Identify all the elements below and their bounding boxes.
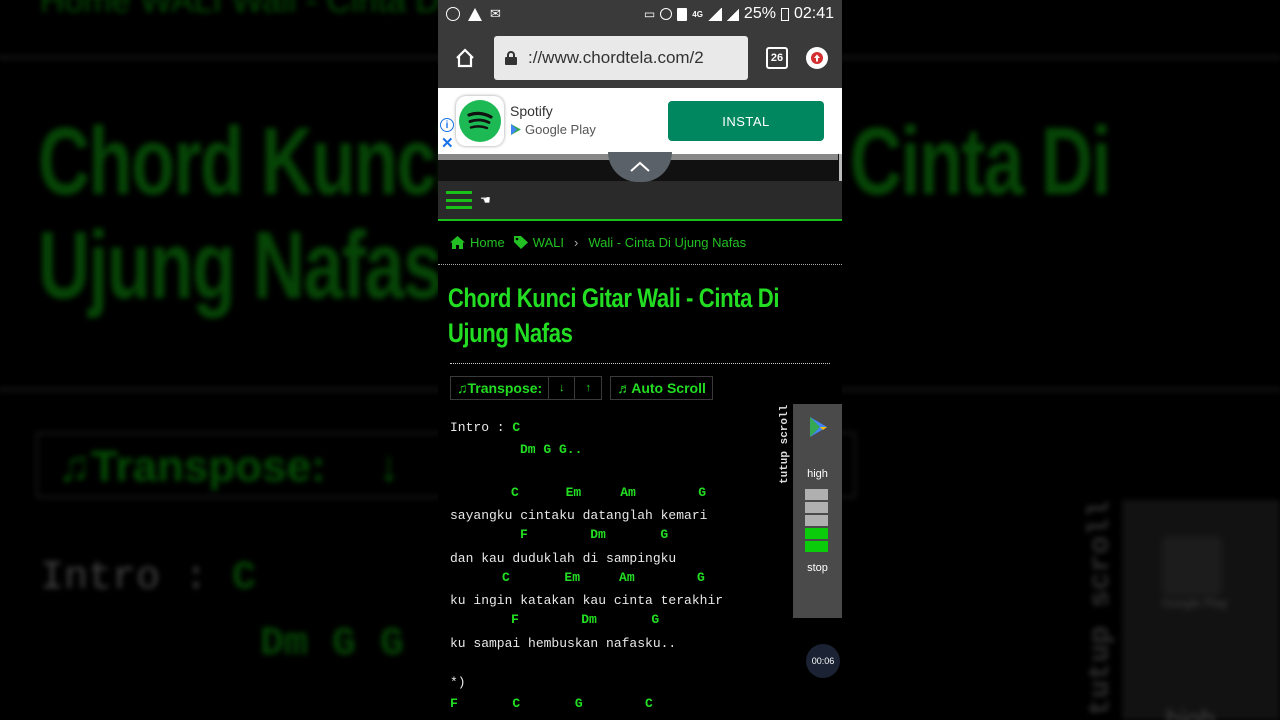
transpose-up-button[interactable]: ↑ <box>575 377 601 399</box>
chord-toolbar: ♫ Transpose: ↓ ↑ ♬ Auto Scroll <box>450 376 842 400</box>
instagram-icon <box>446 7 460 21</box>
speed-high-label: high <box>807 468 828 480</box>
video-frame: Home WALI Wali - Cinta Di Ujung Nafas Ch… <box>0 0 1280 720</box>
warning-icon <box>468 7 482 21</box>
tab-switcher-button[interactable]: 26 <box>766 47 788 69</box>
intro-line: Intro : C <box>450 418 520 438</box>
chord-line: C Em Am G <box>502 570 705 585</box>
bg-play-icon <box>1162 536 1222 596</box>
status-bar: ✉ ▭ 4G 25% 02:41 <box>438 0 842 28</box>
chord-line: F Dm G <box>511 612 660 627</box>
breadcrumb: Home WALI › Wali - Cinta Di Ujung Nafas <box>438 221 842 265</box>
spotify-icon <box>459 100 501 142</box>
speed-level-bar[interactable] <box>805 541 828 552</box>
timer-badge: 00:06 <box>806 644 840 678</box>
transpose-group: ♫ Transpose: ↓ ↑ <box>450 376 603 400</box>
lyric-line: dan kau duduklah di sampingku <box>450 551 677 566</box>
signal-icon-2 <box>726 7 739 21</box>
transpose-label: ♫ Transpose: <box>451 377 550 399</box>
page-scrollbar[interactable] <box>839 154 842 181</box>
arrow-up-icon <box>811 52 823 64</box>
bg-transpose-label: ♫Transpose: <box>58 442 326 491</box>
bg-intro-chord: C <box>232 556 257 601</box>
phone-screen: ✉ ▭ 4G 25% 02:41://www.chordtela.com/2 … <box>438 0 842 720</box>
home-icon <box>450 236 465 249</box>
speed-level-bar[interactable] <box>805 489 828 500</box>
pointing-hand-icon[interactable]: ☚ <box>480 193 491 207</box>
home-button[interactable] <box>446 39 484 77</box>
ad-store-label: Google Play <box>525 122 596 137</box>
spotify-logo[interactable] <box>456 96 504 146</box>
close-scroll-button[interactable]: tutup scroll <box>778 404 792 484</box>
url-text: ://www.chordtela.com/2 <box>528 48 704 67</box>
browser-toolbar: ://www.chordtela.com/2 26 <box>438 28 842 88</box>
page-title-line1: Chord Kunci Gitar Wali - Cinta Di <box>447 283 780 313</box>
autoscroll-group: ♬ Auto Scroll <box>610 376 713 400</box>
breadcrumb-song[interactable]: Wali - Cinta Di Ujung Nafas <box>588 235 746 250</box>
bg-scroll-panel: Google Play high <box>1122 500 1280 720</box>
mail-icon: ✉ <box>490 6 501 21</box>
bg-store-label: Google Play <box>1162 596 1228 610</box>
bg-high-label: high <box>1166 704 1216 720</box>
scroll-icon: ♬ <box>617 380 632 396</box>
ad-collapse-strip <box>438 152 842 182</box>
battery-percent: 25% <box>743 5 776 22</box>
chord-line: F Dm G <box>520 527 669 542</box>
bg-chords: Dm G G <box>260 622 405 667</box>
autoscroll-panel: tutup scroll high stop <box>778 404 842 618</box>
ad-info-icon[interactable]: i <box>440 118 454 132</box>
chord-line: C Em Am G <box>511 485 707 500</box>
network-type: 4G <box>692 9 703 19</box>
chord: C <box>512 420 521 435</box>
ad-app-name: Spotify <box>510 103 553 119</box>
bg-tutup-scroll: tutup scroll <box>1084 500 1118 717</box>
section-marker: *) <box>450 675 466 690</box>
update-button[interactable] <box>806 47 828 69</box>
collapse-ad-button[interactable] <box>608 152 672 182</box>
breadcrumb-home[interactable]: Home <box>470 235 505 250</box>
lyric-line: ku sampai hembuskan nafasku.. <box>450 636 677 651</box>
chevron-right-icon: › <box>574 235 579 250</box>
ad-banner[interactable]: i ✕ Spotify Google Play INSTAL <box>438 88 842 154</box>
bg-down-arrow: ↓ <box>377 442 400 491</box>
cast-icon: ▭ <box>643 7 656 21</box>
chevron-up-icon <box>630 161 650 172</box>
lyric-line: sayangku cintaku datanglah kemari <box>450 508 708 523</box>
lock-icon <box>505 51 517 65</box>
ad-close-icon[interactable]: ✕ <box>441 134 454 152</box>
battery-icon <box>780 7 789 21</box>
menu-icon[interactable] <box>446 191 472 209</box>
breadcrumb-artist[interactable]: WALI <box>533 235 564 250</box>
title-divider <box>450 363 830 364</box>
page-title-line2: Ujung Nafas <box>447 318 573 348</box>
speed-stop-label[interactable]: stop <box>793 562 842 574</box>
google-play-icon <box>511 124 521 135</box>
bg-intro: Intro : C <box>40 556 256 601</box>
clock: 02:41 <box>793 5 834 22</box>
google-play-icon <box>810 417 827 437</box>
speed-level-bar[interactable] <box>805 502 828 513</box>
sim-icon <box>677 7 688 21</box>
bg-intro-label: Intro : <box>40 556 233 601</box>
speed-level-bar[interactable] <box>805 528 828 539</box>
intro-label: Intro : <box>450 420 513 435</box>
chord-line: F C G C <box>450 696 653 711</box>
signal-icon <box>707 7 722 21</box>
transpose-down-button[interactable]: ↓ <box>549 377 576 399</box>
ad-install-button[interactable]: INSTAL <box>668 101 824 141</box>
autoscroll-button[interactable]: ♬ Auto Scroll <box>611 377 712 399</box>
music-note-icon: ♫ <box>457 380 468 396</box>
site-navbar: ☚ <box>438 181 842 221</box>
home-icon <box>456 48 474 68</box>
tag-icon <box>513 236 528 249</box>
address-bar[interactable]: ://www.chordtela.com/2 <box>494 36 748 80</box>
speed-level-bar[interactable] <box>805 515 828 526</box>
page-title: Chord Kunci Gitar Wali - Cinta Di Ujung … <box>438 265 832 363</box>
lyric-line: ku ingin katakan kau cinta terakhir <box>450 593 724 608</box>
alarm-icon <box>660 8 673 20</box>
chord-line: Dm G G.. <box>520 442 583 457</box>
